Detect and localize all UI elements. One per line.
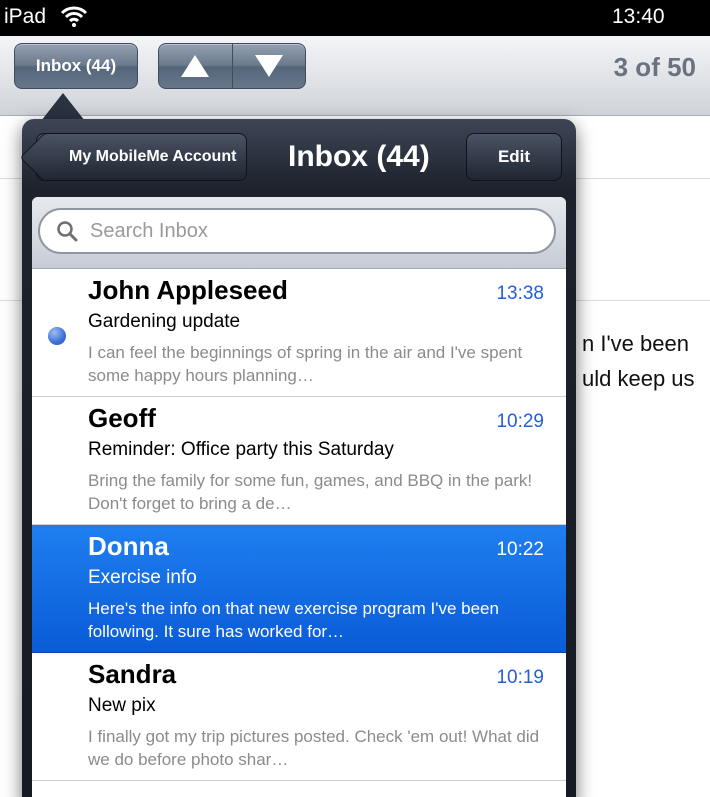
message-body-text: uld keep us — [582, 366, 695, 391]
wifi-icon — [60, 4, 88, 28]
edit-button[interactable]: Edit — [466, 133, 562, 181]
back-button-label: My MobileMe Account — [69, 148, 237, 165]
message-counter: 3 of 50 — [613, 52, 696, 82]
message-sender: John Appleseed — [88, 275, 288, 305]
arrow-up-icon — [181, 55, 210, 77]
unread-indicator-icon — [48, 327, 66, 345]
message-time: 13:38 — [496, 283, 544, 304]
list-item-selected[interactable]: Donna 10:22 Exercise info Here's the inf… — [32, 525, 566, 653]
message-subject: Gardening update — [88, 311, 241, 332]
message-sender: Sandra — [88, 659, 177, 689]
message-preview: I can feel the beginnings of spring in t… — [88, 343, 523, 385]
message-sender: Geoff — [88, 403, 156, 433]
message-body-text: n I've been — [582, 331, 689, 356]
popover-header: My MobileMe Account Inbox (44) Edit — [22, 119, 576, 197]
message-subject: Exercise info — [88, 567, 197, 588]
device-name: iPad — [4, 5, 47, 28]
status-clock: 13:40 — [612, 5, 665, 28]
list-item[interactable]: Sandra 10:19 New pix I finally got my tr… — [32, 653, 566, 781]
arrow-down-icon — [254, 55, 283, 77]
message-time: 10:19 — [496, 667, 544, 688]
list-item[interactable]: John Appleseed 13:38 Gardening update I … — [32, 269, 566, 397]
message-nav-control — [158, 43, 306, 89]
search-field[interactable] — [38, 208, 556, 254]
next-message-button[interactable] — [231, 44, 306, 88]
message-preview: Bring the family for some fun, games, an… — [88, 471, 533, 513]
previous-message-button[interactable] — [159, 44, 232, 88]
message-time: 10:29 — [496, 411, 544, 432]
message-sender: Donna — [88, 531, 169, 561]
message-preview: Here's the info on that new exercise pro… — [88, 599, 499, 641]
message-time: 10:22 — [496, 539, 544, 560]
search-input[interactable] — [90, 219, 510, 243]
top-toolbar: Inbox (44) 3 of 50 — [0, 36, 710, 116]
message-subject: New pix — [88, 695, 156, 716]
back-button[interactable]: My MobileMe Account — [36, 133, 248, 181]
inbox-popover: My MobileMe Account Inbox (44) Edit John… — [22, 119, 576, 797]
list-item[interactable]: Geoff 10:29 Reminder: Office party this … — [32, 397, 566, 525]
message-list: John Appleseed 13:38 Gardening update I … — [32, 197, 566, 797]
status-bar: iPad 13:40 — [0, 0, 710, 36]
message-preview: I finally got my trip pictures posted. C… — [88, 727, 540, 769]
popover-pointer — [41, 93, 85, 121]
popover-title: Inbox (44) — [288, 140, 430, 173]
message-subject: Reminder: Office party this Saturday — [88, 439, 394, 460]
inbox-button[interactable]: Inbox (44) — [14, 43, 138, 89]
search-bar — [32, 197, 566, 269]
search-icon — [57, 221, 78, 242]
